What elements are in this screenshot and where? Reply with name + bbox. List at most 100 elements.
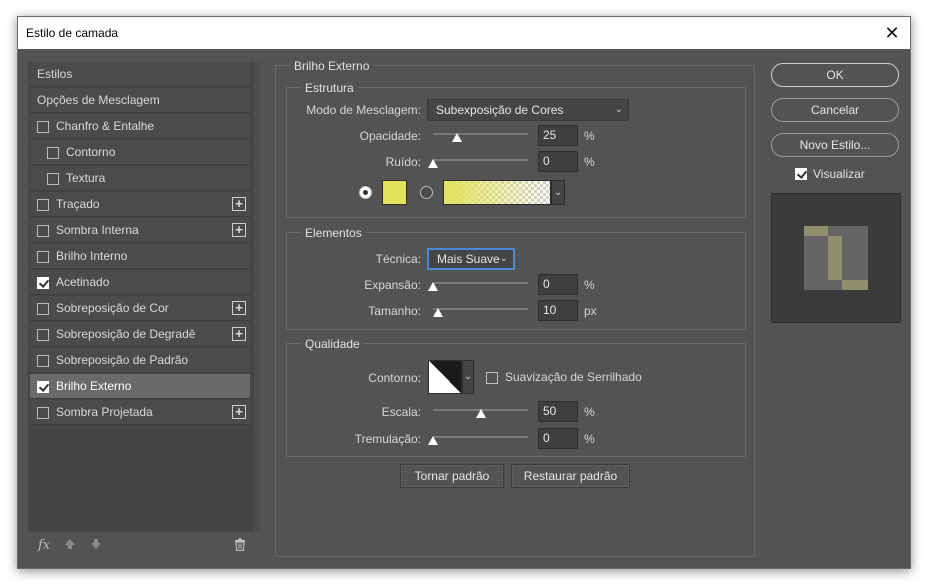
styles-list-panel: Estilos Opções de Mesclagem Chanfro & En… xyxy=(28,62,260,532)
spread-slider-thumb[interactable] xyxy=(428,282,438,291)
spread-input[interactable]: 0 xyxy=(538,274,578,295)
glow-gradient-swatch[interactable] xyxy=(443,180,551,205)
opacity-label: Opacidade: xyxy=(359,129,421,143)
noise-unit: % xyxy=(584,155,595,169)
left-panel-scrollbar[interactable] xyxy=(254,62,260,532)
effect-item[interactable]: Textura xyxy=(30,166,250,191)
jitter-slider[interactable] xyxy=(428,431,528,445)
jitter-input[interactable]: 0 xyxy=(538,428,578,449)
effect-checkbox[interactable] xyxy=(37,225,49,237)
effect-item[interactable]: Sobreposição de Padrão xyxy=(30,348,250,373)
range-slider-thumb[interactable] xyxy=(475,409,486,418)
blending-options-item[interactable]: Opções de Mesclagem xyxy=(30,88,250,113)
effect-label: Sobreposição de Degradê xyxy=(56,327,196,341)
opacity-input[interactable]: 25 xyxy=(538,125,578,146)
trash-icon[interactable] xyxy=(234,538,246,554)
contour-chevron-icon[interactable]: ⌄ xyxy=(462,360,474,394)
effect-checkbox[interactable] xyxy=(37,329,49,341)
chevron-down-icon: ⌄ xyxy=(614,104,623,115)
noise-slider-thumb[interactable] xyxy=(428,159,438,168)
effect-checkbox[interactable] xyxy=(37,407,49,419)
effect-checkbox[interactable] xyxy=(37,303,49,315)
range-slider[interactable] xyxy=(433,404,528,418)
effect-checkbox[interactable] xyxy=(37,121,49,133)
add-effect-plus-icon[interactable]: + xyxy=(232,301,246,315)
blend-mode-value: Subexposição de Cores xyxy=(436,103,564,117)
cancel-button[interactable]: Cancelar xyxy=(771,98,899,122)
technique-select[interactable]: Mais Suave ⌄ xyxy=(427,248,515,270)
opacity-slider[interactable] xyxy=(433,128,528,142)
effect-item[interactable]: Sombra Interna + xyxy=(30,218,250,243)
noise-label: Ruído: xyxy=(385,155,421,169)
new-style-button[interactable]: Novo Estilo... xyxy=(771,133,899,157)
make-default-button[interactable]: Tornar padrão xyxy=(400,464,504,488)
effect-checkbox[interactable] xyxy=(37,251,49,263)
effect-checkbox[interactable] xyxy=(47,147,59,159)
gradient-radio[interactable] xyxy=(420,186,433,199)
size-input[interactable]: 10 xyxy=(538,300,578,321)
spread-label: Expansão: xyxy=(364,278,421,292)
move-up-icon[interactable] xyxy=(64,538,76,553)
spread-slider[interactable] xyxy=(428,277,528,291)
glow-color-swatch[interactable] xyxy=(382,180,407,205)
add-effect-plus-icon[interactable]: + xyxy=(232,197,246,211)
close-icon[interactable]: ✕ xyxy=(882,23,902,43)
effect-label: Acetinado xyxy=(56,275,110,289)
effect-label: Sobreposição de Cor xyxy=(56,301,169,315)
effect-item[interactable]: Brilho Externo xyxy=(30,374,250,399)
effect-item[interactable]: Sobreposição de Degradê + xyxy=(30,322,250,347)
effect-item[interactable]: Traçado + xyxy=(30,192,250,217)
solid-color-radio[interactable] xyxy=(359,186,372,199)
range-input[interactable]: 50 xyxy=(538,401,578,422)
effect-checkbox[interactable] xyxy=(37,277,49,289)
size-slider[interactable] xyxy=(432,303,528,317)
add-effect-plus-icon[interactable]: + xyxy=(232,327,246,341)
fx-icon[interactable]: fx xyxy=(38,538,50,553)
effect-item[interactable]: Chanfro & Entalhe xyxy=(30,114,250,139)
contour-preview[interactable] xyxy=(428,360,462,394)
size-unit: px xyxy=(584,304,597,318)
blending-options-label: Opções de Mesclagem xyxy=(37,93,160,107)
section-title: Brilho Externo xyxy=(290,59,374,73)
spread-unit: % xyxy=(584,278,595,292)
range-label: Escala: xyxy=(381,405,421,419)
effect-checkbox[interactable] xyxy=(37,381,49,393)
chevron-down-icon: ⌄ xyxy=(499,253,508,264)
effect-label: Sobreposição de Padrão xyxy=(56,353,189,367)
elements-title: Elementos xyxy=(301,226,366,240)
effect-checkbox[interactable] xyxy=(47,173,59,185)
reset-default-button[interactable]: Restaurar padrão xyxy=(511,464,630,488)
contour-label: Contorno: xyxy=(368,371,421,385)
effect-checkbox[interactable] xyxy=(37,355,49,367)
gradient-picker-chevron-icon[interactable]: ⌄ xyxy=(551,180,565,205)
effect-label: Brilho Externo xyxy=(56,379,132,393)
blend-mode-select[interactable]: Subexposição de Cores ⌄ xyxy=(427,99,629,121)
noise-input[interactable]: 0 xyxy=(538,151,578,172)
quality-title: Qualidade xyxy=(301,337,364,351)
effect-item[interactable]: Brilho Interno xyxy=(30,244,250,269)
effect-checkbox[interactable] xyxy=(37,199,49,211)
effect-label: Sombra Interna xyxy=(56,223,139,237)
opacity-slider-thumb[interactable] xyxy=(451,133,462,142)
noise-slider[interactable] xyxy=(428,154,528,168)
ok-button[interactable]: OK xyxy=(771,63,899,87)
preview-checkbox[interactable] xyxy=(795,168,807,180)
opacity-unit: % xyxy=(584,129,595,143)
technique-label: Técnica: xyxy=(375,252,421,266)
antialias-checkbox[interactable] xyxy=(486,372,498,384)
styles-header[interactable]: Estilos xyxy=(30,62,250,87)
size-slider-thumb[interactable] xyxy=(432,308,443,317)
add-effect-plus-icon[interactable]: + xyxy=(232,405,246,419)
elements-group: Elementos Técnica: Mais Suave ⌄ Expansão… xyxy=(286,226,746,330)
add-effect-plus-icon[interactable]: + xyxy=(232,223,246,237)
move-down-icon[interactable] xyxy=(90,538,102,553)
style-preview-thumbnail xyxy=(771,193,901,323)
jitter-slider-thumb[interactable] xyxy=(428,436,438,445)
effect-label: Sombra Projetada xyxy=(56,405,153,419)
effect-item[interactable]: Sombra Projetada + xyxy=(30,400,250,425)
effect-item[interactable]: Sobreposição de Cor + xyxy=(30,296,250,321)
effect-item[interactable]: Acetinado xyxy=(30,270,250,295)
effect-item[interactable]: Contorno xyxy=(30,140,250,165)
layer-style-dialog: Estilo de camada ✕ Estilos Opções de Mes… xyxy=(17,16,911,569)
effects-toolbar: fx xyxy=(28,532,260,562)
